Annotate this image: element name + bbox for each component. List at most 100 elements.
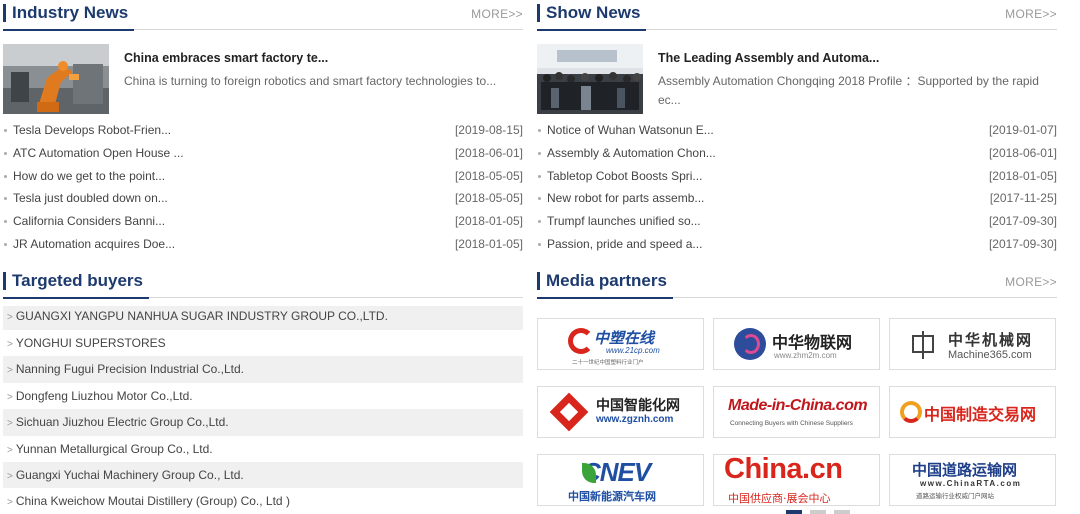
chinarta-logo-text: 中国道路运输网: [912, 461, 1018, 479]
media-partners-more-link[interactable]: MORE>>: [1005, 275, 1057, 289]
news-title[interactable]: Assembly & Automation Chon...: [547, 146, 716, 160]
machine365-logo-icon: [908, 331, 938, 359]
list-item[interactable]: New robot for parts assemb... [2017-11-25…: [537, 187, 1057, 210]
news-date: [2018-05-05]: [454, 191, 523, 206]
news-title[interactable]: Tesla just doubled down on...: [13, 191, 168, 205]
show-news-section: Show News MORE>> The Leading Assembly an…: [537, 0, 1057, 260]
carousel-dot[interactable]: [810, 510, 826, 514]
news-title[interactable]: JR Automation acquires Doe...: [13, 237, 175, 251]
buyer-name[interactable]: Guangxi Yuchai Machinery Group Co., Ltd.: [16, 468, 244, 482]
buyer-name[interactable]: Sichuan Jiuzhou Electric Group Co.,Ltd.: [16, 415, 229, 429]
partner-logo-china-cn[interactable]: China.cn 中国供应商·展会中心: [713, 454, 880, 506]
zhm2m-logo-url: www.zhm2m.com: [774, 351, 837, 360]
show-feature-desc: Assembly Automation Chongqing 2018 Profi…: [658, 74, 1039, 107]
zgznh-logo-url: www.zgznh.com: [596, 414, 674, 425]
list-item[interactable]: > Yunnan Metallurgical Group Co., Ltd.: [3, 436, 523, 462]
buyer-name[interactable]: Dongfeng Liuzhou Motor Co.,Ltd.: [16, 389, 193, 403]
industry-news-more-link[interactable]: MORE>>: [471, 7, 523, 21]
made-in-china-logo-text: Made-in-China.com: [728, 397, 868, 414]
carousel-dot[interactable]: [834, 510, 850, 514]
targeted-buyers-title: Targeted buyers: [3, 271, 150, 299]
list-item[interactable]: > Sichuan Jiuzhou Electric Group Co.,Ltd.: [3, 409, 523, 436]
china-cn-logo-text: China.cn: [724, 454, 843, 485]
news-date: [2019-08-15]: [454, 123, 523, 137]
partner-logo-cnev[interactable]: CNEV 中国新能源汽车网: [537, 454, 704, 506]
carousel-dot-active[interactable]: [786, 510, 802, 514]
buyer-name[interactable]: GUANGXI YANGPU NANHUA SUGAR INDUSTRY GRO…: [16, 309, 388, 323]
news-date: [2019-01-07]: [988, 123, 1057, 137]
news-title[interactable]: California Considers Banni...: [13, 214, 165, 228]
partner-logo-zgznh[interactable]: 中国智能化网 www.zgznh.com: [537, 386, 704, 438]
list-item[interactable]: Tesla just doubled down on... [2018-05-05…: [3, 187, 523, 210]
news-title[interactable]: How do we get to the point...: [13, 169, 165, 183]
targeted-buyers-header: Targeted buyers: [3, 268, 523, 299]
news-title[interactable]: Notice of Wuhan Watsonun E...: [547, 123, 714, 137]
industry-feature[interactable]: China embraces smart factory te... China…: [3, 44, 523, 116]
show-feature[interactable]: The Leading Assembly and Automa... Assem…: [537, 44, 1057, 116]
industry-news-section: Industry News MORE>> China embraces smar…: [3, 0, 523, 260]
news-date: [2017-09-30]: [988, 236, 1057, 251]
partner-logo-chinarta[interactable]: 中国道路运输网 www.ChinaRTA.com 道路运输行业权威门户网站: [889, 454, 1056, 506]
list-item[interactable]: Tabletop Cobot Boosts Spri... [2018-01-05…: [537, 165, 1057, 188]
show-news-list: Notice of Wuhan Watsonun E... [2019-01-07…: [537, 119, 1057, 256]
news-title[interactable]: New robot for parts assemb...: [547, 191, 704, 205]
buyer-name[interactable]: China Kweichow Moutai Distillery (Group)…: [16, 494, 290, 508]
machine365-logo-text: 中华机械网: [948, 331, 1034, 349]
partner-logo-machine365[interactable]: 中华机械网 Machine365.com: [889, 318, 1056, 370]
media-partners-header: Media partners MORE>>: [537, 268, 1057, 299]
list-item[interactable]: California Considers Banni... [2018-01-05…: [3, 210, 523, 233]
news-date: [2018-01-05]: [454, 236, 523, 251]
show-news-more-link[interactable]: MORE>>: [1005, 7, 1057, 21]
list-item[interactable]: How do we get to the point... [2018-05-05…: [3, 165, 523, 188]
chevron-right-icon: >: [7, 312, 13, 323]
list-item[interactable]: > China Kweichow Moutai Distillery (Group…: [3, 488, 523, 514]
list-item[interactable]: > Guangxi Yuchai Machinery Group Co., Ltd…: [3, 461, 523, 489]
list-item[interactable]: ATC Automation Open House ... [2018-06-01…: [3, 142, 523, 165]
partner-logo-zhm2m[interactable]: 中华物联网 www.zhm2m.com: [713, 318, 880, 370]
list-item[interactable]: Trumpf launches unified so... [2017-09-30…: [537, 210, 1057, 233]
buyer-name[interactable]: Nanning Fugui Precision Industrial Co.,L…: [16, 362, 244, 376]
news-title[interactable]: Trumpf launches unified so...: [547, 214, 701, 228]
industry-feature-thumbnail[interactable]: [3, 44, 109, 114]
buyer-name[interactable]: Yunnan Metallurgical Group Co., Ltd.: [16, 442, 213, 456]
news-title[interactable]: Passion, pride and speed a...: [547, 237, 702, 251]
zgznh-logo-text: 中国智能化网: [596, 398, 680, 414]
partner-logo-made-trade[interactable]: 中国制造交易网: [889, 386, 1056, 438]
list-item[interactable]: Tesla Develops Robot-Frien... [2019-08-15…: [3, 119, 523, 142]
buyers-list: > GUANGXI YANGPU NANHUA SUGAR INDUSTRY GR…: [3, 306, 523, 514]
chevron-right-icon: >: [7, 418, 13, 430]
list-item[interactable]: > Dongfeng Liuzhou Motor Co.,Ltd.: [3, 383, 523, 409]
show-feature-title[interactable]: The Leading Assembly and Automa...: [658, 51, 879, 65]
list-item[interactable]: > GUANGXI YANGPU NANHUA SUGAR INDUSTRY GR…: [3, 306, 523, 330]
industry-feature-title[interactable]: China embraces smart factory te...: [124, 51, 328, 65]
targeted-buyers-section: Targeted buyers > GUANGXI YANGPU NANHUA S…: [3, 268, 523, 514]
list-item[interactable]: Passion, pride and speed a... [2017-09-30…: [537, 233, 1057, 256]
partner-logo-21cp[interactable]: 中塑在线 www.21cp.com 二十一世纪中国塑料行业门户: [537, 318, 704, 370]
list-item[interactable]: JR Automation acquires Doe... [2018-01-05…: [3, 233, 523, 256]
news-title[interactable]: Tabletop Cobot Boosts Spri...: [547, 169, 702, 183]
show-feature-thumbnail[interactable]: [537, 44, 643, 114]
chevron-right-icon: >: [7, 339, 13, 350]
partner-logo-made-in-china[interactable]: Made-in-China.com Connecting Buyers with…: [713, 386, 880, 438]
news-date: [2018-06-01]: [454, 145, 523, 160]
zhm2m-logo-icon: [734, 328, 766, 360]
media-partners-title: Media partners: [537, 271, 673, 299]
show-news-title: Show News: [537, 3, 647, 31]
list-item[interactable]: Notice of Wuhan Watsonun E... [2019-01-07…: [537, 119, 1057, 142]
news-date: [2018-05-05]: [454, 168, 523, 183]
zgznh-logo-icon-inner: [559, 402, 579, 422]
21cp-logo-icon: [568, 328, 594, 354]
industry-news-list: Tesla Develops Robot-Frien... [2019-08-15…: [3, 119, 523, 256]
chevron-right-icon: >: [7, 391, 13, 403]
news-date: [2018-01-05]: [988, 168, 1057, 183]
21cp-logo-tagline: 二十一世纪中国塑料行业门户: [572, 360, 644, 366]
news-title[interactable]: Tesla Develops Robot-Frien...: [13, 123, 171, 137]
news-date: [2017-11-25]: [989, 191, 1057, 206]
buyer-name[interactable]: YONGHUI SUPERSTORES: [16, 336, 166, 350]
cnev-logo-subtitle: 中国新能源汽车网: [568, 490, 656, 503]
list-item[interactable]: Assembly & Automation Chon... [2018-06-01…: [537, 142, 1057, 165]
news-title[interactable]: ATC Automation Open House ...: [13, 146, 184, 160]
list-item[interactable]: > Nanning Fugui Precision Industrial Co.,…: [3, 356, 523, 383]
list-item[interactable]: > YONGHUI SUPERSTORES: [3, 330, 523, 356]
china-cn-logo-subtitle: 中国供应商·展会中心: [728, 492, 831, 505]
